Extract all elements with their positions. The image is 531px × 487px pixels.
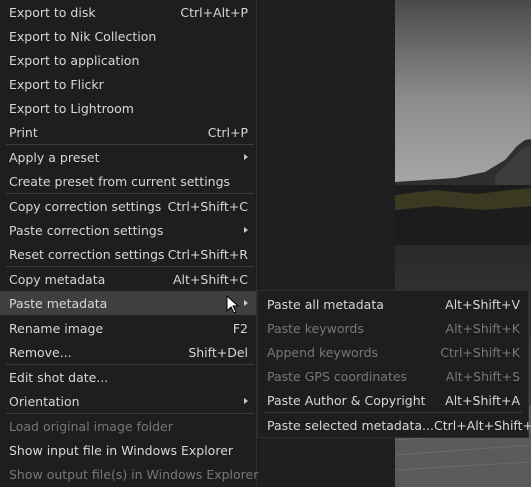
menu-item-copy-metadata[interactable]: Copy metadata Alt+Shift+C bbox=[0, 267, 256, 291]
menu-item-shortcut: Ctrl+Shift+C bbox=[167, 198, 248, 214]
menu-item-edit-shot-date[interactable]: Edit shot date... bbox=[0, 365, 256, 389]
menu-item-rename-image[interactable]: Rename image F2 bbox=[0, 316, 256, 340]
menu-item-export-to-application[interactable]: Export to application bbox=[0, 48, 256, 72]
menu-item-export-to-flickr[interactable]: Export to Flickr bbox=[0, 72, 256, 96]
context-menu: Export to disk Ctrl+Alt+P Export to Nik … bbox=[0, 0, 259, 487]
menu-item-label: Paste GPS coordinates bbox=[267, 368, 408, 384]
menu-item-create-preset[interactable]: Create preset from current settings bbox=[0, 169, 256, 193]
menu-item-label: Export to application bbox=[9, 52, 140, 68]
menu-item-shortcut: Ctrl+P bbox=[207, 124, 248, 140]
menu-item-label: Load original image folder bbox=[9, 418, 173, 434]
menu-item-shortcut: Shift+Del bbox=[188, 344, 248, 360]
menu-item-shortcut: Alt+Shift+K bbox=[445, 320, 520, 336]
menu-item-label: Export to Lightroom bbox=[9, 100, 134, 116]
submenu-item-append-keywords[interactable]: Append keywords Ctrl+Shift+K bbox=[258, 340, 528, 364]
menu-item-label: Show output file(s) in Windows Explorer bbox=[9, 466, 259, 482]
submenu-arrow-icon bbox=[244, 398, 248, 404]
menu-item-export-to-lightroom[interactable]: Export to Lightroom bbox=[0, 96, 256, 120]
menu-item-load-original-folder[interactable]: Load original image folder bbox=[0, 414, 256, 438]
mouse-pointer-icon bbox=[226, 294, 240, 318]
menu-item-label: Print bbox=[9, 124, 38, 140]
menu-item-shortcut: F2 bbox=[232, 320, 248, 336]
menu-item-show-input-file[interactable]: Show input file in Windows Explorer bbox=[0, 438, 256, 462]
menu-item-print[interactable]: Print Ctrl+P bbox=[0, 120, 256, 144]
menu-item-shortcut: Alt+Shift+A bbox=[445, 392, 520, 408]
menu-item-label: Paste Author & Copyright bbox=[267, 392, 426, 408]
menu-item-label: Export to disk bbox=[9, 4, 96, 20]
submenu-item-paste-all-metadata[interactable]: Paste all metadata Alt+Shift+V bbox=[258, 292, 528, 316]
submenu-item-paste-selected-metadata[interactable]: Paste selected metadata... Ctrl+Alt+Shif… bbox=[258, 413, 531, 437]
menu-item-shortcut: Ctrl+Alt+P bbox=[180, 4, 248, 20]
menu-item-label: Paste metadata bbox=[9, 295, 108, 311]
menu-item-label: Orientation bbox=[9, 393, 80, 409]
submenu-item-paste-gps[interactable]: Paste GPS coordinates Alt+Shift+S bbox=[258, 364, 528, 388]
menu-item-export-to-nik[interactable]: Export to Nik Collection bbox=[0, 24, 256, 48]
submenu-item-paste-author-copyright[interactable]: Paste Author & Copyright Alt+Shift+A bbox=[258, 388, 528, 412]
menu-item-label: Remove... bbox=[9, 344, 72, 360]
menu-item-label: Export to Nik Collection bbox=[9, 28, 157, 44]
menu-item-shortcut: Alt+Shift+V bbox=[445, 296, 520, 312]
menu-item-label: Paste correction settings bbox=[9, 222, 164, 238]
menu-item-apply-preset[interactable]: Apply a preset bbox=[0, 145, 256, 169]
paste-metadata-submenu: Paste all metadata Alt+Shift+V Paste key… bbox=[257, 290, 531, 438]
menu-item-shortcut: Ctrl+Alt+Shift+V bbox=[433, 417, 531, 433]
menu-item-label: Export to Flickr bbox=[9, 76, 104, 92]
menu-item-shortcut: Alt+Shift+C bbox=[172, 271, 248, 287]
menu-item-orientation[interactable]: Orientation bbox=[0, 389, 256, 413]
menu-item-paste-correction[interactable]: Paste correction settings bbox=[0, 218, 256, 242]
menu-item-label: Show input file in Windows Explorer bbox=[9, 442, 234, 458]
menu-item-copy-correction[interactable]: Copy correction settings Ctrl+Shift+C bbox=[0, 194, 256, 218]
menu-item-label: Reset correction settings bbox=[9, 246, 165, 262]
menu-item-export-to-disk[interactable]: Export to disk Ctrl+Alt+P bbox=[0, 0, 256, 24]
submenu-arrow-icon bbox=[244, 227, 248, 233]
menu-item-label: Append keywords bbox=[267, 344, 379, 360]
menu-item-label: Paste all metadata bbox=[267, 296, 384, 312]
menu-item-paste-metadata[interactable]: Paste metadata bbox=[0, 291, 256, 315]
menu-item-label: Apply a preset bbox=[9, 149, 100, 165]
menu-item-reset-correction[interactable]: Reset correction settings Ctrl+Shift+R bbox=[0, 242, 256, 266]
menu-item-label: Copy correction settings bbox=[9, 198, 162, 214]
menu-item-shortcut: Ctrl+Shift+K bbox=[440, 344, 520, 360]
submenu-arrow-icon bbox=[244, 154, 248, 160]
menu-item-show-output-files[interactable]: Show output file(s) in Windows Explorer bbox=[0, 462, 259, 486]
menu-item-shortcut: Ctrl+Shift+R bbox=[167, 246, 248, 262]
submenu-arrow-icon bbox=[244, 300, 248, 306]
menu-item-label: Paste keywords bbox=[267, 320, 364, 336]
menu-item-label: Rename image bbox=[9, 320, 104, 336]
menu-item-remove[interactable]: Remove... Shift+Del bbox=[0, 340, 256, 364]
menu-item-label: Paste selected metadata... bbox=[267, 417, 434, 433]
menu-item-label: Edit shot date... bbox=[9, 369, 109, 385]
menu-item-label: Create preset from current settings bbox=[9, 173, 231, 189]
menu-item-label: Copy metadata bbox=[9, 271, 106, 287]
menu-item-shortcut: Alt+Shift+S bbox=[445, 368, 520, 384]
submenu-item-paste-keywords[interactable]: Paste keywords Alt+Shift+K bbox=[258, 316, 528, 340]
